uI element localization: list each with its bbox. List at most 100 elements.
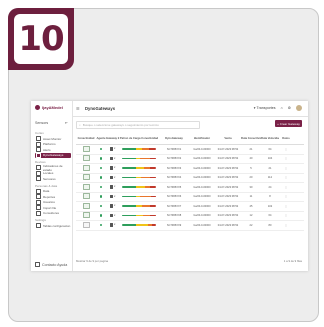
column-header[interactable]: Datos bbox=[279, 137, 293, 140]
sidebar-item[interactable]: Tablas configuracion bbox=[35, 223, 71, 229]
rows-per-page[interactable]: Mostrar 9 de 9 por pagina bbox=[76, 259, 108, 263]
table-row[interactable]: ▾ SC7965XX9 Gw00-0-00000 04-07-2023 08:52 22… bbox=[76, 221, 304, 231]
data-icon bbox=[36, 188, 41, 194]
collapse-sidebar-icon[interactable]: ⇤ bbox=[65, 121, 68, 125]
connectivity-check-icon[interactable] bbox=[82, 221, 90, 228]
row-actions[interactable]: ⋮ bbox=[279, 214, 293, 217]
row-actions[interactable]: ⋮ bbox=[279, 176, 293, 179]
menu-icon[interactable]: ☰ bbox=[76, 106, 81, 111]
sidebar-item-label: Asset Monitor bbox=[43, 136, 62, 141]
table-row[interactable]: ▾ SC7965XX1 Gw00-0-00000 04-07-2023 08:52 21… bbox=[76, 145, 304, 155]
bell-icon bbox=[36, 147, 41, 153]
column-header[interactable]: Conectividad bbox=[76, 137, 96, 140]
gateway-monitor-toggle[interactable]: ▾ bbox=[109, 185, 115, 189]
row-actions[interactable]: ⋮ bbox=[279, 205, 293, 208]
date-cell: 04-07-2023 08:52 bbox=[217, 176, 239, 180]
route-speed-cell: 64 bbox=[268, 147, 272, 151]
column-header[interactable]: DynoGateway bbox=[159, 137, 189, 140]
connectivity-check-icon[interactable] bbox=[82, 174, 90, 181]
more-icon[interactable]: ⋮ bbox=[285, 176, 288, 179]
column-header[interactable]: Ruta Velocidad bbox=[261, 137, 279, 140]
column-header[interactable]: Ruta Conectividad bbox=[241, 137, 261, 140]
table-row[interactable]: ▾ SC7965XX6 Gw00-0-00000 04-07-2023 08:52 11… bbox=[76, 193, 304, 202]
gateway-monitor-toggle[interactable]: ▾ bbox=[109, 175, 115, 179]
sidebar-item-label: Sensores bbox=[43, 176, 56, 181]
bar-segment bbox=[149, 186, 156, 188]
user-menu[interactable]: ▾ Transportes bbox=[254, 106, 276, 110]
status-dot-icon bbox=[99, 157, 103, 160]
more-icon[interactable]: ⋮ bbox=[285, 224, 288, 227]
sidebar-item[interactable]: Sensores bbox=[35, 176, 71, 182]
load-pattern-cell bbox=[119, 186, 159, 189]
gateway-monitor-toggle[interactable]: ▾ bbox=[109, 213, 115, 217]
row-actions[interactable]: ⋮ bbox=[279, 167, 293, 170]
connectivity-cell bbox=[76, 212, 96, 219]
sidebar-nav: Cortex Asset Monitor Platforms Alerts DynoGa… bbox=[35, 129, 71, 229]
column-header[interactable]: Agente bbox=[96, 137, 106, 140]
table-row[interactable]: ▾ SC7965XX7 Gw00-0-00000 04-07-2023 08:52 45… bbox=[76, 202, 304, 212]
bar-segment bbox=[141, 148, 149, 150]
gateway-monitor-toggle[interactable]: ▾ bbox=[109, 223, 115, 227]
connectivity-check-icon[interactable] bbox=[82, 202, 90, 209]
dynogateway-cell: SC7965XX7 bbox=[166, 204, 182, 208]
help-link[interactable]: Contacto Ayuda bbox=[35, 262, 69, 267]
avatar[interactable] bbox=[296, 105, 302, 111]
connectivity-check-icon[interactable] bbox=[82, 164, 90, 171]
create-gateway-button[interactable]: + Crear Gateway bbox=[275, 120, 302, 127]
connectivity-check-icon[interactable] bbox=[82, 212, 90, 219]
table-row[interactable]: ▾ SC7965XX3 Gw00-0-00000 04-07-2023 08:52 5 2… bbox=[76, 164, 304, 174]
connectivity-check-icon[interactable] bbox=[82, 183, 90, 190]
row-actions[interactable]: ⋮ bbox=[279, 157, 293, 160]
route-speed-cell: 112 bbox=[267, 176, 273, 180]
table-row[interactable]: ▾ SC7965XX8 Gw00-0-00000 04-07-2023 08:52 12… bbox=[76, 212, 304, 221]
more-icon[interactable]: ⋮ bbox=[285, 148, 288, 151]
more-icon[interactable]: ⋮ bbox=[285, 205, 288, 208]
connectivity-check-icon[interactable] bbox=[82, 193, 90, 200]
sidebar-item[interactable]: Indicadores de estado bbox=[35, 164, 71, 172]
search-input[interactable]: ⌕ Busque o seleccione gateways o seguimi… bbox=[76, 121, 200, 129]
gateway-monitor-toggle[interactable]: ▾ bbox=[109, 166, 115, 170]
column-header[interactable]: Patron de Carga Conectividad bbox=[119, 137, 159, 140]
table-row[interactable]: ▾ SC7965XX5 Gw00-0-00000 04-07-2023 08:52 30… bbox=[76, 183, 304, 193]
more-icon[interactable]: ⋮ bbox=[285, 167, 288, 170]
table-row[interactable]: ▾ SC7965XX4 Gw00-0-00000 04-07-2023 08:52 20… bbox=[76, 174, 304, 183]
route-speed-cell: 104 bbox=[267, 157, 273, 161]
consult-icon bbox=[36, 210, 41, 216]
gateway-icon bbox=[109, 194, 114, 198]
more-icon[interactable]: ⋮ bbox=[285, 186, 288, 189]
home-icon[interactable]: ⌂ bbox=[281, 106, 283, 110]
load-pattern-cell bbox=[119, 224, 159, 227]
connectivity-check-icon[interactable] bbox=[82, 145, 90, 152]
route-speed-cell: 8 bbox=[269, 195, 271, 199]
row-actions[interactable]: ⋮ bbox=[279, 186, 293, 189]
sidebar-item[interactable]: Alerts bbox=[35, 147, 71, 153]
column-header[interactable]: Identificador bbox=[189, 137, 215, 140]
gateway-monitor-toggle[interactable]: ▾ bbox=[109, 204, 115, 208]
bar-segment bbox=[140, 176, 150, 179]
sidebar-item[interactable]: Consultores bbox=[35, 210, 71, 217]
users-icon bbox=[36, 199, 41, 205]
table-body: ▾ SC7965XX1 Gw00-0-00000 04-07-2023 08:52 21… bbox=[76, 145, 304, 231]
dynogateway-cell: SC7965XX4 bbox=[166, 176, 182, 180]
settings-icon[interactable]: ⚙ bbox=[288, 106, 291, 110]
app-logo[interactable]: ljayAMedel bbox=[35, 105, 63, 110]
gateway-monitor-toggle[interactable]: ▾ bbox=[109, 147, 115, 151]
row-actions[interactable]: ⋮ bbox=[279, 195, 293, 198]
more-icon[interactable]: ⋮ bbox=[285, 157, 288, 160]
step-number-badge: 10 bbox=[8, 8, 74, 70]
bar-segment bbox=[139, 195, 151, 198]
column-header[interactable]: Gateway Monitor bbox=[106, 137, 119, 140]
toolbar: ⌕ Busque o seleccione gateways o seguimi… bbox=[76, 120, 302, 129]
gateway-monitor-toggle[interactable]: ▾ bbox=[109, 194, 115, 198]
table-row[interactable]: ▾ SC7965XX2 Gw00-0-00000 04-07-2023 08:52 40… bbox=[76, 155, 304, 164]
identifier-cell: Gw00-0-00000 bbox=[193, 185, 211, 189]
connectivity-check-icon[interactable] bbox=[82, 155, 90, 162]
more-icon[interactable]: ⋮ bbox=[285, 195, 288, 198]
more-icon[interactable]: ⋮ bbox=[285, 214, 288, 217]
column-header[interactable]: Venta bbox=[215, 137, 241, 140]
sidebar: ljayAMedel Sensors ⇤ Cortex Asset Monitor… bbox=[31, 101, 73, 271]
row-actions[interactable]: ⋮ bbox=[279, 224, 293, 227]
row-actions[interactable]: ⋮ bbox=[279, 148, 293, 151]
sidebar-item[interactable]: DynoGateways bbox=[35, 152, 71, 158]
gateway-monitor-toggle[interactable]: ▾ bbox=[109, 156, 115, 160]
